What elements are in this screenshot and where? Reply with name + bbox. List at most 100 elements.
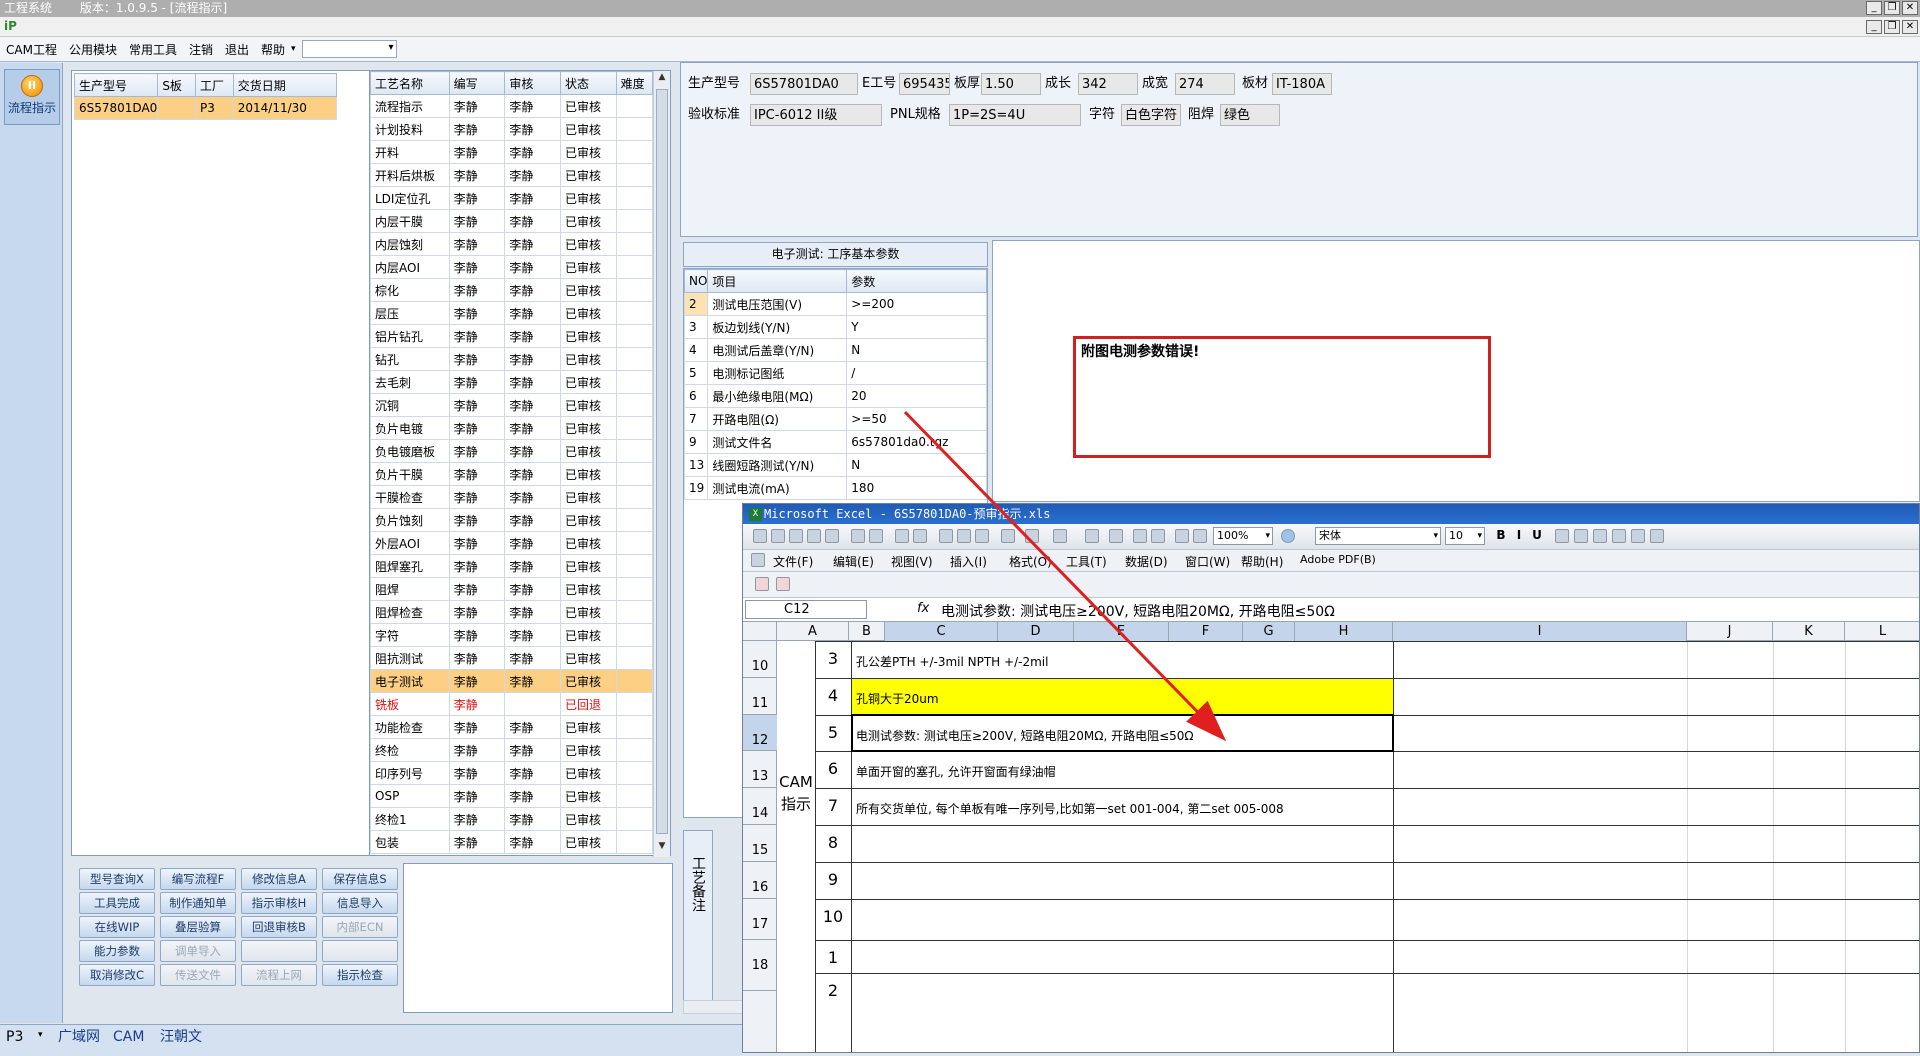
process-scrollbar[interactable]: ▲ ▼	[653, 71, 670, 857]
bold-button[interactable]: B	[1493, 528, 1509, 542]
autosum-icon[interactable]	[1109, 529, 1123, 543]
process-row[interactable]: 终检1 李静 李静 已审核	[370, 807, 654, 831]
print-icon[interactable]	[851, 529, 865, 543]
chart-icon[interactable]	[1175, 529, 1189, 543]
process-row[interactable]: LDI定位孔 李静 李静 已审核	[370, 186, 654, 210]
cancel-modify-button[interactable]: 取消修改C	[79, 964, 155, 986]
process-row[interactable]: 功能检查 李静 李静 已审核	[370, 715, 654, 739]
process-col-header[interactable]: 难度	[615, 71, 654, 95]
column-header[interactable]: A	[777, 622, 849, 641]
process-row[interactable]: 负片干膜 李静 李静 已审核	[370, 462, 654, 486]
column-header[interactable]: C	[885, 622, 998, 641]
italic-button[interactable]: I	[1511, 528, 1527, 542]
plant-selector[interactable]: P3	[6, 1027, 23, 1047]
process-row[interactable]: 内层干膜 李静 李静 已审核	[370, 209, 654, 233]
process-row[interactable]: 负片电镀 李静 李静 已审核	[370, 416, 654, 440]
scroll-thumb[interactable]	[656, 89, 668, 834]
order-import-button[interactable]: 调单导入	[160, 940, 236, 962]
process-col-header[interactable]: 状态	[559, 71, 617, 95]
column-header[interactable]: G	[1243, 622, 1295, 641]
param-row[interactable]: 3 板边划线(Y/N) Y	[684, 315, 987, 339]
print-preview-icon[interactable]	[869, 529, 883, 543]
process-row[interactable]: 铣板 李静 已回退	[370, 692, 654, 716]
research-icon[interactable]	[913, 529, 927, 543]
process-row[interactable]: 干膜检查 李静 李静 已审核	[370, 485, 654, 509]
excel-menu-item[interactable]: 格式(O)	[1009, 553, 1052, 570]
save-info-button[interactable]: 保存信息S	[322, 868, 398, 890]
excel-menu-item[interactable]: 编辑(E)	[833, 553, 874, 570]
row-header[interactable]: 12	[743, 715, 777, 751]
column-header[interactable]: J	[1687, 622, 1773, 641]
row-header[interactable]: 16	[743, 862, 777, 899]
menu-logout[interactable]: 注销	[183, 41, 219, 58]
param-row[interactable]: 2 测试电压范围(V) >=200	[684, 292, 987, 316]
name-box[interactable]: C12	[745, 600, 867, 619]
excel-menu-item[interactable]: 数据(D)	[1125, 553, 1168, 570]
instruction-check-button[interactable]: 指示检查	[322, 964, 398, 986]
excel-menu-item[interactable]: Adobe PDF(B)	[1300, 553, 1376, 566]
row-header[interactable]: 14	[743, 788, 777, 825]
process-row[interactable]: OSP 李静 李静 已审核	[370, 784, 654, 808]
return-review-button[interactable]: 回退审核B	[241, 916, 317, 938]
child-close-button[interactable]: ✕	[1902, 20, 1918, 34]
process-row[interactable]: 印序列号 李静 李静 已审核	[370, 761, 654, 785]
sort-desc-icon[interactable]	[1151, 529, 1165, 543]
pdf-mail-icon[interactable]	[776, 577, 790, 591]
column-header[interactable]: I	[1393, 622, 1687, 641]
process-row[interactable]: 钻孔 李静 李静 已审核	[370, 347, 654, 371]
excel-menu-item[interactable]: 文件(F)	[773, 553, 813, 570]
info-import-button[interactable]: 信息导入	[322, 892, 398, 914]
menu-tools[interactable]: 常用工具	[123, 41, 183, 58]
blank-button-2[interactable]	[322, 940, 398, 962]
process-row[interactable]: 电子测试 李静 李静 已审核	[370, 669, 654, 693]
drawing-icon[interactable]	[1193, 529, 1207, 543]
row-header[interactable]: 17	[743, 899, 777, 940]
process-row[interactable]: 包装 李静 李静 已审核	[370, 830, 654, 854]
instruction-review-button[interactable]: 指示审核H	[241, 892, 317, 914]
modify-info-button[interactable]: 修改信息A	[241, 868, 317, 890]
column-header[interactable]: B	[849, 622, 885, 641]
font-combo[interactable]: 宋体	[1315, 527, 1441, 545]
percent-icon[interactable]	[1650, 529, 1664, 543]
process-row[interactable]: 开料 李静 李静 已审核	[370, 140, 654, 164]
process-row[interactable]: 阻抗测试 李静 李静 已审核	[370, 646, 654, 670]
sheet-grid[interactable]: CAM 指示 3 孔公差PTH +/-3mil NPTH +/-2mil 4 孔铜大于2…	[777, 641, 1919, 1052]
column-header[interactable]: K	[1773, 622, 1845, 641]
underline-button[interactable]: U	[1529, 528, 1545, 542]
process-col-header[interactable]: 审核	[504, 71, 561, 95]
note-box[interactable]	[403, 863, 673, 1013]
font-size-combo[interactable]: 10	[1445, 527, 1485, 545]
process-row[interactable]: 内层AOI 李静 李静 已审核	[370, 255, 654, 279]
zoom-combo[interactable]: 100%	[1213, 527, 1273, 545]
process-col-header[interactable]: 工艺名称	[370, 71, 450, 95]
param-row[interactable]: 5 电测标记图纸 /	[684, 361, 987, 385]
permission-icon[interactable]	[807, 529, 821, 543]
order-row[interactable]: 6S57801DA0 P3 2014/11/30	[73, 96, 338, 120]
model-query-button[interactable]: 型号查询X	[79, 868, 155, 890]
tool-done-button[interactable]: 工具完成	[79, 892, 155, 914]
blank-button-1[interactable]	[241, 940, 317, 962]
restore-button[interactable]: ❐	[1884, 1, 1900, 15]
row-header[interactable]: 15	[743, 825, 777, 862]
excel-menu-item[interactable]: 帮助(H)	[1241, 553, 1283, 570]
column-header[interactable]: E	[1074, 622, 1169, 641]
row-header[interactable]: 11	[743, 678, 777, 715]
hyperlink-icon[interactable]	[1085, 529, 1099, 543]
sort-asc-icon[interactable]	[1133, 529, 1147, 543]
row-header[interactable]: 18	[743, 940, 777, 991]
pdf-icon[interactable]	[755, 577, 769, 591]
row-header[interactable]: 10	[743, 641, 777, 678]
column-header[interactable]: H	[1295, 622, 1393, 641]
process-row[interactable]: 沉铜 李静 李静 已审核	[370, 393, 654, 417]
process-row[interactable]: 负片蚀刻 李静 李静 已审核	[370, 508, 654, 532]
undo-icon[interactable]	[1025, 529, 1039, 543]
menu-combo[interactable]	[301, 40, 397, 58]
stackup-calc-button[interactable]: 叠层验算	[160, 916, 236, 938]
redo-icon[interactable]	[1053, 529, 1067, 543]
order-col-header[interactable]: 交货日期	[232, 73, 338, 97]
process-row[interactable]: 计划投料 李静 李静 已审核	[370, 117, 654, 141]
make-notice-button[interactable]: 制作通知单	[160, 892, 236, 914]
currency-icon[interactable]	[1631, 529, 1645, 543]
format-painter-icon[interactable]	[1001, 529, 1015, 543]
process-row[interactable]: 负电镀磨板 李静 李静 已审核	[370, 439, 654, 463]
